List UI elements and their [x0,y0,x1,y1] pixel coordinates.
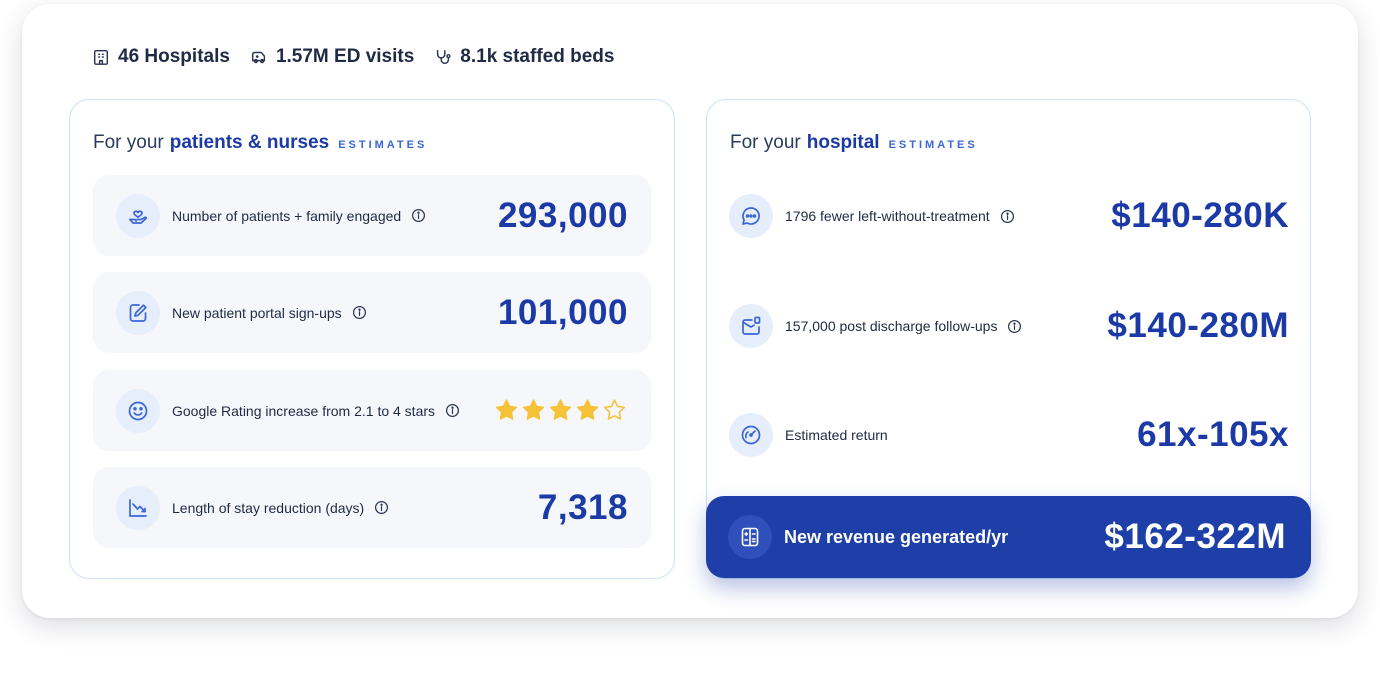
stat-hospitals-text: 46 Hospitals [118,46,230,67]
metric-label: Google Rating increase from 2.1 to 4 sta… [172,402,436,419]
metric-label: New patient portal sign-ups [172,304,342,321]
info-icon[interactable] [445,403,460,418]
panel-header-title: patients & nurses [169,132,330,153]
smiley-face-icon [116,388,160,433]
star-filled-icon [547,397,574,424]
info-icon[interactable] [1007,319,1022,334]
stats-bar: 46 Hospitals 1.57M ED visits 8.1k staffe… [92,44,634,70]
panel-header-prefix: For your [730,132,801,153]
metric-length-of-stay: Length of stay reduction (days) 7,318 [93,467,651,548]
metric-label: Estimated return [785,427,888,443]
metric-label: 1796 fewer left-without-treatment [785,208,990,224]
stat-ed-visits-text: 1.57M ED visits [275,46,415,67]
stethoscope-icon [434,48,452,66]
trend-down-chart-icon [116,485,160,530]
revenue-label: New revenue generated/yr [784,526,1009,547]
panel-header-title: hospital [806,132,880,153]
ambulance-icon [250,48,268,66]
stat-staffed-beds: 8.1k staffed beds [434,46,614,68]
patients-panel-header: For your patients & nurses ESTIMATES [93,132,427,154]
hand-heart-icon [116,193,160,238]
star-empty-icon [601,397,628,424]
speedometer-icon [729,413,773,457]
revenue-card: New revenue generated/yr $162-322M [706,496,1311,578]
metric-value: 61x-105x [1137,415,1289,454]
metric-label: 157,000 post discharge follow-ups [785,318,998,334]
metric-left-without-treatment: 1796 fewer left-without-treatment $140-2… [729,194,1289,238]
metric-patients-engaged: Number of patients + family engaged 293,… [93,175,651,256]
stat-ed-visits: 1.57M ED visits [250,46,414,68]
metric-value: $140-280M [1107,306,1289,345]
info-icon[interactable] [374,500,389,515]
info-icon[interactable] [352,305,367,320]
star-filled-icon [493,397,520,424]
metric-estimated-return: Estimated return 61x-105x [729,413,1289,457]
star-filled-icon [520,397,547,424]
metric-label: Length of stay reduction (days) [172,499,365,516]
star-filled-icon [574,397,601,424]
revenue-value: $162-322M [1104,517,1286,556]
info-icon[interactable] [1000,209,1015,224]
metric-post-discharge: 157,000 post discharge follow-ups $140-2… [729,304,1289,348]
edit-document-icon [116,290,160,335]
panel-header-prefix: For your [93,132,164,153]
hospital-panel-header: For your hospital ESTIMATES [730,132,978,154]
star-rating [493,397,628,424]
metric-portal-signups: New patient portal sign-ups 101,000 [93,272,651,353]
cash-register-icon [728,515,772,559]
metric-value: $140-280K [1111,196,1289,235]
patients-nurses-panel: For your patients & nurses ESTIMATES Num… [69,99,675,579]
info-icon[interactable] [411,208,426,223]
metric-value: 101,000 [497,292,628,332]
hospital-building-icon [92,48,110,66]
metric-value: 7,318 [537,487,628,527]
mail-notification-icon [729,304,773,348]
estimates-tag: ESTIMATES [888,139,978,151]
chat-bubble-icon [729,194,773,238]
stat-staffed-beds-text: 8.1k staffed beds [460,46,615,67]
metric-value: 293,000 [497,195,628,235]
estimates-tag: ESTIMATES [338,139,428,151]
metric-google-rating: Google Rating increase from 2.1 to 4 sta… [93,370,651,451]
metric-label: Number of patients + family engaged [172,207,402,224]
stat-hospitals: 46 Hospitals [92,46,230,68]
